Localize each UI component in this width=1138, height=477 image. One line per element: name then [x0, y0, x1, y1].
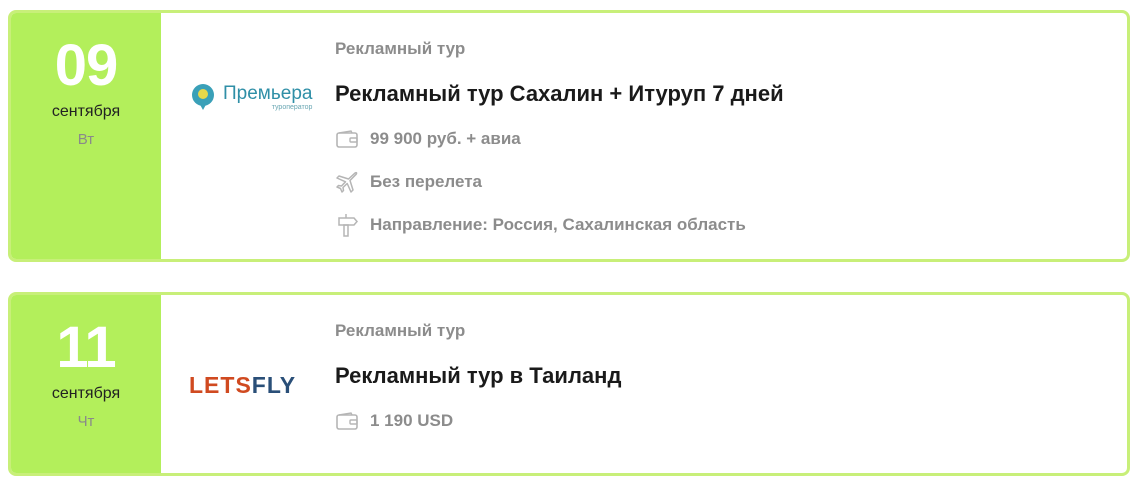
- date-day: 09: [54, 33, 119, 98]
- price-row: 1 190 USD: [335, 409, 1127, 433]
- date-weekday: Чт: [77, 413, 95, 430]
- date-block: 11 сентября Чт: [11, 295, 161, 473]
- tour-price: 1 190 USD: [370, 411, 454, 430]
- letsfly-logo: LETSFLY: [189, 372, 296, 399]
- premiera-logo: Премьера туроператор: [189, 83, 312, 111]
- signpost-icon: [335, 213, 359, 237]
- tour-type: Рекламный тур: [335, 321, 466, 340]
- price-row: 99 900 руб. + авиа: [335, 127, 1127, 151]
- direction-row: Направление: Россия, Сахалинская область: [335, 213, 1127, 237]
- tour-content: Рекламный тур Рекламный тур Сахалин + Ит…: [335, 13, 1127, 259]
- operator-logo[interactable]: Премьера туроператор: [161, 13, 335, 259]
- tour-title[interactable]: Рекламный тур Сахалин + Итуруп 7 дней: [335, 81, 1127, 107]
- logo-part-b: FLY: [251, 372, 297, 398]
- tour-price: 99 900 руб. + авиа: [370, 129, 521, 148]
- date-day: 11: [56, 315, 116, 380]
- wallet-icon: [335, 409, 359, 433]
- logo-name: Премьера: [223, 82, 313, 104]
- flight-row: Без перелета: [335, 170, 1127, 194]
- tour-type: Рекламный тур: [335, 39, 466, 58]
- date-block: 09 сентября Вт: [11, 13, 161, 259]
- location-pin-icon: [192, 84, 214, 110]
- tour-content: Рекламный тур Рекламный тур в Таиланд 1 …: [335, 295, 1127, 473]
- tour-flight: Без перелета: [370, 172, 482, 191]
- date-month: сентября: [51, 385, 121, 402]
- tour-card[interactable]: 09 сентября Вт Премьера туроператор Рекл…: [8, 10, 1130, 262]
- date-month: сентября: [51, 103, 121, 120]
- tour-title[interactable]: Рекламный тур в Таиланд: [335, 363, 1127, 389]
- logo-part-a: LETS: [189, 372, 252, 398]
- tour-direction: Направление: Россия, Сахалинская область: [370, 215, 746, 234]
- date-weekday: Вт: [77, 131, 95, 148]
- airplane-icon: [335, 170, 359, 194]
- operator-logo[interactable]: LETSFLY: [161, 295, 335, 473]
- tour-card[interactable]: 11 сентября Чт LETSFLY Рекламный тур Рек…: [8, 292, 1130, 476]
- logo-subtitle: туроператор: [271, 103, 313, 111]
- wallet-icon: [335, 127, 359, 151]
